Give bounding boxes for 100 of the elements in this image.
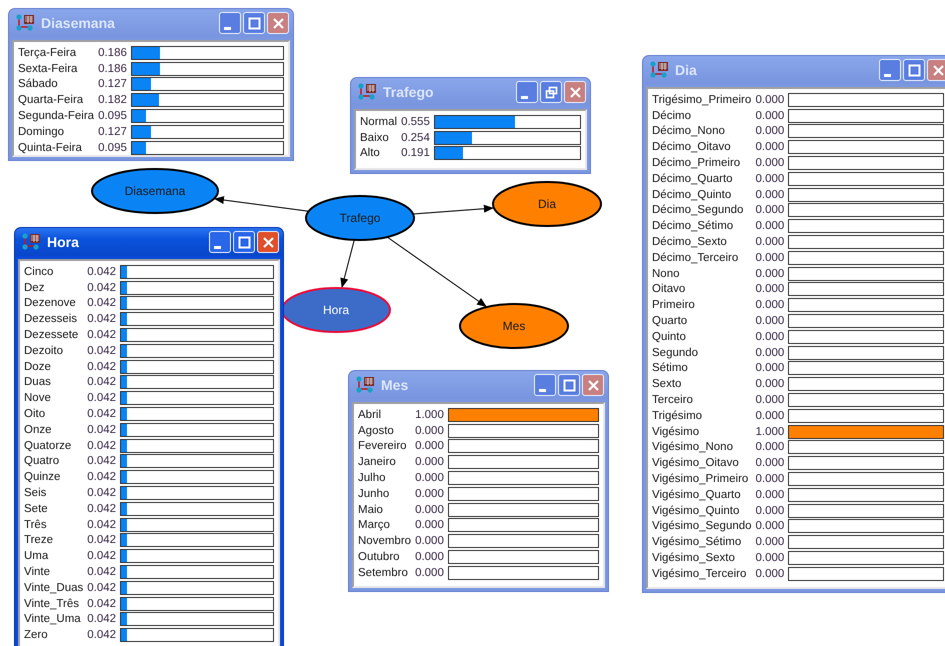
state-label: Quatro xyxy=(24,454,60,468)
state-label: Domingo xyxy=(18,124,66,139)
minimize-button[interactable] xyxy=(516,81,538,103)
state-label: Sexta-Feira xyxy=(18,62,78,76)
probability-value: 0.042 xyxy=(87,391,116,406)
probability-value: 0.186 xyxy=(98,46,127,60)
state-label: Julho xyxy=(358,471,386,486)
probability-value: 0.000 xyxy=(756,108,784,123)
network-icon xyxy=(357,83,377,101)
probability-value: 0.042 xyxy=(87,328,116,342)
state-label: Onze xyxy=(24,422,52,437)
probability-value: 0.000 xyxy=(415,424,444,438)
minimize-button[interactable] xyxy=(534,374,556,396)
probability-value: 0.042 xyxy=(87,312,116,326)
probability-value: 0.254 xyxy=(401,130,430,145)
probability-value: 0.000 xyxy=(756,156,784,170)
close-icon xyxy=(932,64,944,76)
state-label: Décimo_Quarto xyxy=(652,172,734,186)
arrow xyxy=(340,239,355,289)
restore-button[interactable] xyxy=(540,81,562,103)
minimize-icon xyxy=(884,74,891,76)
probability-value: 0.000 xyxy=(756,377,784,392)
probability-value: 0.000 xyxy=(415,439,444,454)
close-button[interactable] xyxy=(267,12,289,34)
state-label: Maio xyxy=(358,502,384,517)
probability-value: 0.042 xyxy=(87,596,116,611)
network-icon xyxy=(15,14,35,32)
window-title: Hora xyxy=(47,234,80,250)
state-label: Quinta-Feira xyxy=(18,140,83,155)
probability-value: 0.042 xyxy=(87,470,116,484)
close-button[interactable] xyxy=(257,231,279,253)
close-button[interactable] xyxy=(582,374,604,396)
probability-value: 0.000 xyxy=(756,298,784,312)
node[interactable]: Trafego xyxy=(305,195,415,241)
state-label: Quinze xyxy=(24,470,62,484)
state-label: Sexto xyxy=(652,377,682,392)
node[interactable]: Mes xyxy=(459,303,569,349)
state-label: Décimo_Terceiro xyxy=(652,250,740,265)
state-label: Baixo xyxy=(360,130,390,145)
probability-value: 0.000 xyxy=(756,172,784,186)
maximize-button[interactable] xyxy=(233,231,255,253)
minimize-button[interactable] xyxy=(879,59,901,81)
maximize-button[interactable] xyxy=(903,59,925,81)
probability-value: 0.000 xyxy=(415,550,444,564)
probability-value: 0.042 xyxy=(87,407,116,422)
state-label: Junho xyxy=(358,486,390,501)
state-label: Dezesseis xyxy=(24,312,78,326)
maximize-button[interactable] xyxy=(243,12,265,34)
state-label: Agosto xyxy=(358,424,395,438)
probability-value: 0.042 xyxy=(87,518,116,532)
state-label: Vinte_Três xyxy=(24,596,80,611)
close-button[interactable] xyxy=(564,81,586,103)
node[interactable]: Dia xyxy=(492,181,602,227)
state-label: Décimo_Sexto xyxy=(652,235,728,250)
maximize-icon xyxy=(562,378,576,392)
probability-value: 0.042 xyxy=(87,628,116,642)
probability-value: 0.182 xyxy=(98,93,127,108)
state-label: Segundo xyxy=(652,346,700,360)
state-label: Décimo_Oitavo xyxy=(652,140,732,154)
maximize-button[interactable] xyxy=(558,374,580,396)
probability-value: 0.000 xyxy=(756,140,784,154)
probability-value: 0.042 xyxy=(87,264,116,279)
probability-value: 0.000 xyxy=(756,440,784,454)
probability-value: 0.000 xyxy=(756,124,784,138)
state-label: Normal xyxy=(360,114,398,129)
probability-value: 0.000 xyxy=(415,455,444,470)
maximize-icon xyxy=(238,236,250,248)
probability-value: 0.000 xyxy=(756,314,784,328)
probability-value: 0.042 xyxy=(87,502,116,516)
state-label: Décimo_Quinto xyxy=(652,188,732,202)
probability-value: 0.186 xyxy=(98,62,127,76)
close-button[interactable] xyxy=(927,59,945,81)
state-label: Setembro xyxy=(358,566,409,580)
probability-value: 0.127 xyxy=(98,77,127,92)
probability-value: 0.095 xyxy=(98,140,127,155)
state-label: Terceiro xyxy=(652,393,694,408)
node[interactable]: Hora xyxy=(281,287,391,333)
close-icon xyxy=(272,16,284,30)
state-label: Quinto xyxy=(652,330,687,344)
minimize-button[interactable] xyxy=(209,231,231,253)
minimize-icon xyxy=(521,96,528,98)
node[interactable]: Diasemana xyxy=(91,168,219,214)
probability-value: 0.000 xyxy=(756,266,784,281)
probability-value: 0.000 xyxy=(756,346,784,360)
probability-value: 0.000 xyxy=(756,250,784,265)
minimize-button[interactable] xyxy=(219,12,241,34)
state-label: Segunda-Feira xyxy=(18,109,94,124)
network-icon xyxy=(355,376,375,394)
close-icon xyxy=(568,86,582,98)
probability-value: 0.000 xyxy=(756,519,784,534)
probability-value: 0.000 xyxy=(756,330,784,344)
close-icon xyxy=(262,236,274,248)
minimize-icon xyxy=(539,388,546,392)
probability-value: 0.042 xyxy=(87,280,116,295)
network-icon xyxy=(649,61,669,79)
state-label: Dezoito xyxy=(24,344,64,358)
probability-value: 0.042 xyxy=(87,454,116,468)
probability-value: 0.000 xyxy=(756,551,784,565)
probability-value: 0.000 xyxy=(756,282,784,296)
probability-value: 0.000 xyxy=(415,534,444,548)
